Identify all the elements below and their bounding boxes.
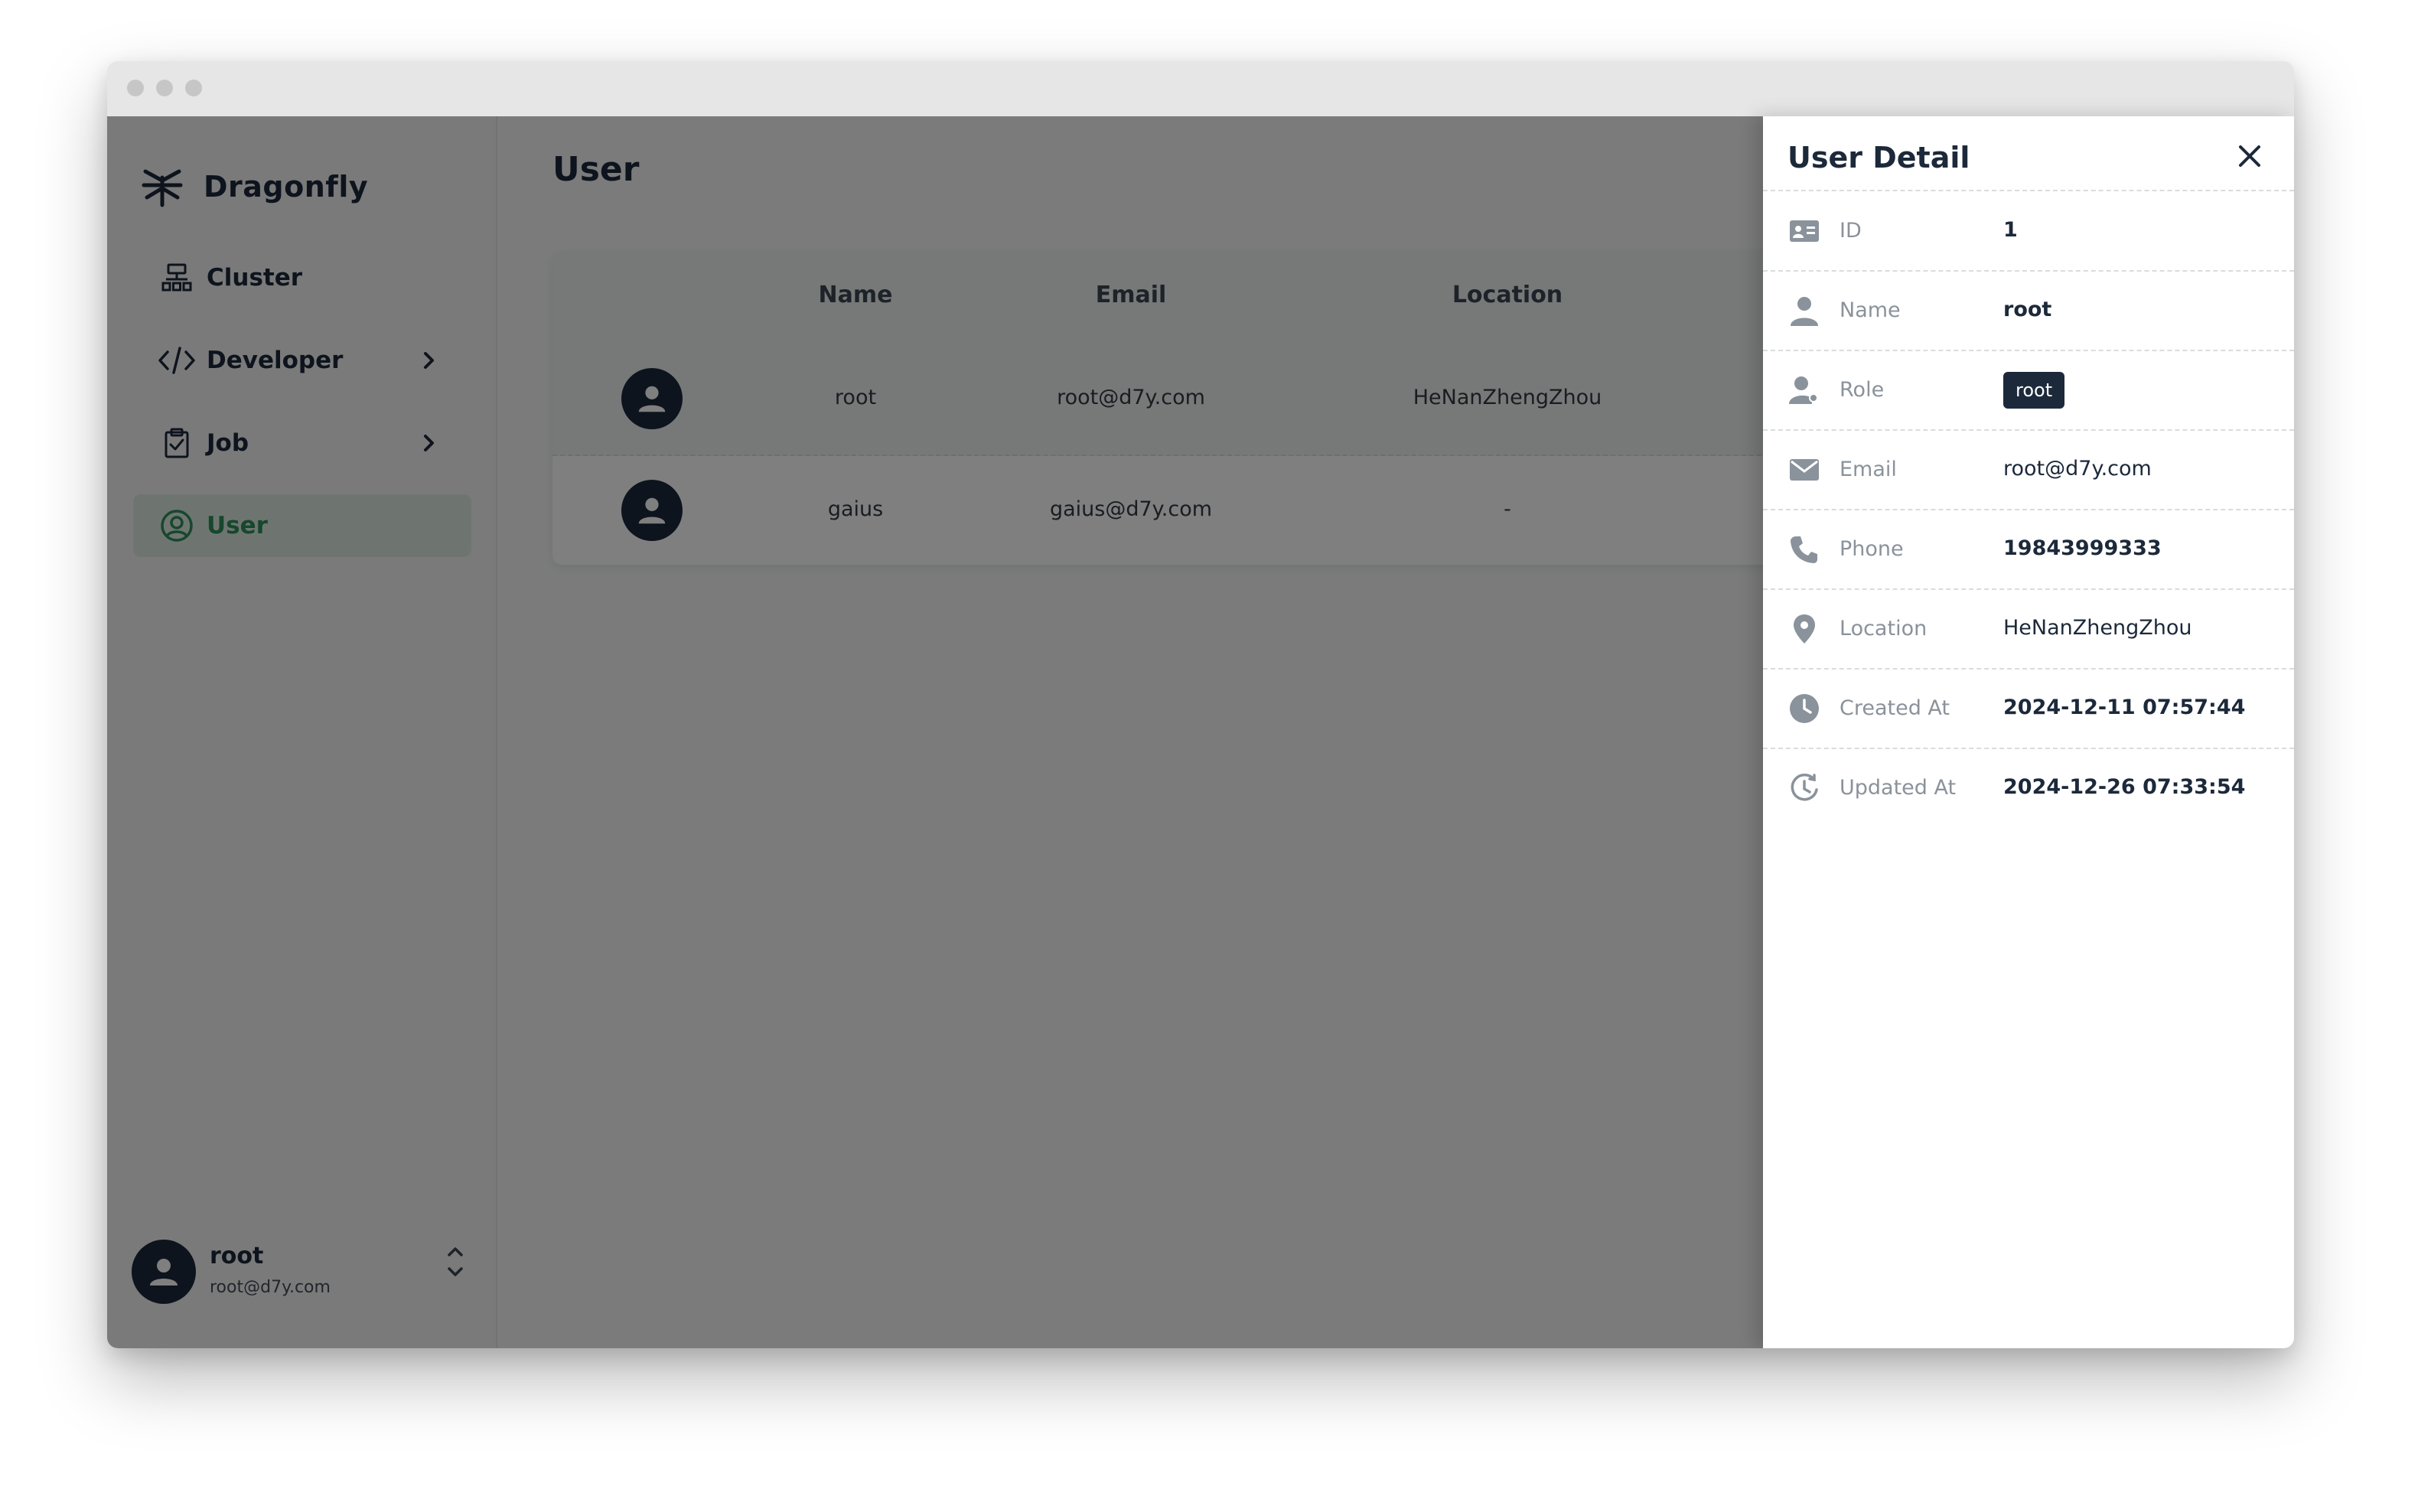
mail-icon <box>1789 455 1820 485</box>
detail-row-role: Role root <box>1763 350 2294 431</box>
detail-label: Name <box>1840 298 1901 322</box>
role-badge: root <box>2003 372 2065 409</box>
detail-label: ID <box>1840 219 1862 243</box>
phone-icon <box>1789 534 1820 565</box>
detail-value: root@d7y.com <box>2003 457 2152 481</box>
clock-icon <box>1789 693 1820 724</box>
drawer-header: User Detail <box>1763 116 2294 191</box>
window-minimize-dot[interactable] <box>156 80 173 96</box>
location-pin-icon <box>1789 614 1820 644</box>
user-role-icon <box>1789 375 1820 406</box>
detail-label: Role <box>1840 378 1885 402</box>
detail-row-id: ID 1 <box>1763 191 2294 272</box>
detail-label: Updated At <box>1840 776 1957 800</box>
detail-value: HeNanZhengZhou <box>2003 616 2192 640</box>
detail-row-email: Email root@d7y.com <box>1763 430 2294 510</box>
detail-value: 2024-12-26 07:33:54 <box>2003 775 2246 799</box>
id-card-icon <box>1789 216 1820 246</box>
detail-row-name: Name root <box>1763 271 2294 351</box>
detail-row-created-at: Created At 2024-12-11 07:57:44 <box>1763 669 2294 749</box>
app-window: Dragonfly Cluster <box>107 61 2294 1348</box>
detail-value: 1 <box>2003 218 2018 242</box>
detail-row-location: Location HeNanZhengZhou <box>1763 589 2294 670</box>
detail-row-updated-at: Updated At 2024-12-26 07:33:54 <box>1763 748 2294 827</box>
window-titlebar <box>107 61 2294 116</box>
detail-label: Created At <box>1840 696 1950 720</box>
detail-label: Phone <box>1840 537 1904 561</box>
detail-label: Location <box>1840 617 1928 640</box>
person-icon <box>1789 295 1820 326</box>
detail-row-phone: Phone 19843999333 <box>1763 510 2294 590</box>
user-detail-drawer: User Detail ID 1 Name root Role root Ema… <box>1763 116 2294 1348</box>
detail-label: Email <box>1840 458 1897 481</box>
window-close-dot[interactable] <box>127 80 144 96</box>
modal-backdrop[interactable] <box>107 116 1763 1348</box>
history-icon <box>1789 773 1820 803</box>
close-icon[interactable] <box>2237 144 2262 168</box>
drawer-title: User Detail <box>1787 141 1970 174</box>
detail-value: 2024-12-11 07:57:44 <box>2003 696 2246 719</box>
window-maximize-dot[interactable] <box>185 80 202 96</box>
detail-value: 19843999333 <box>2003 536 2162 560</box>
detail-value: root <box>2003 298 2052 321</box>
